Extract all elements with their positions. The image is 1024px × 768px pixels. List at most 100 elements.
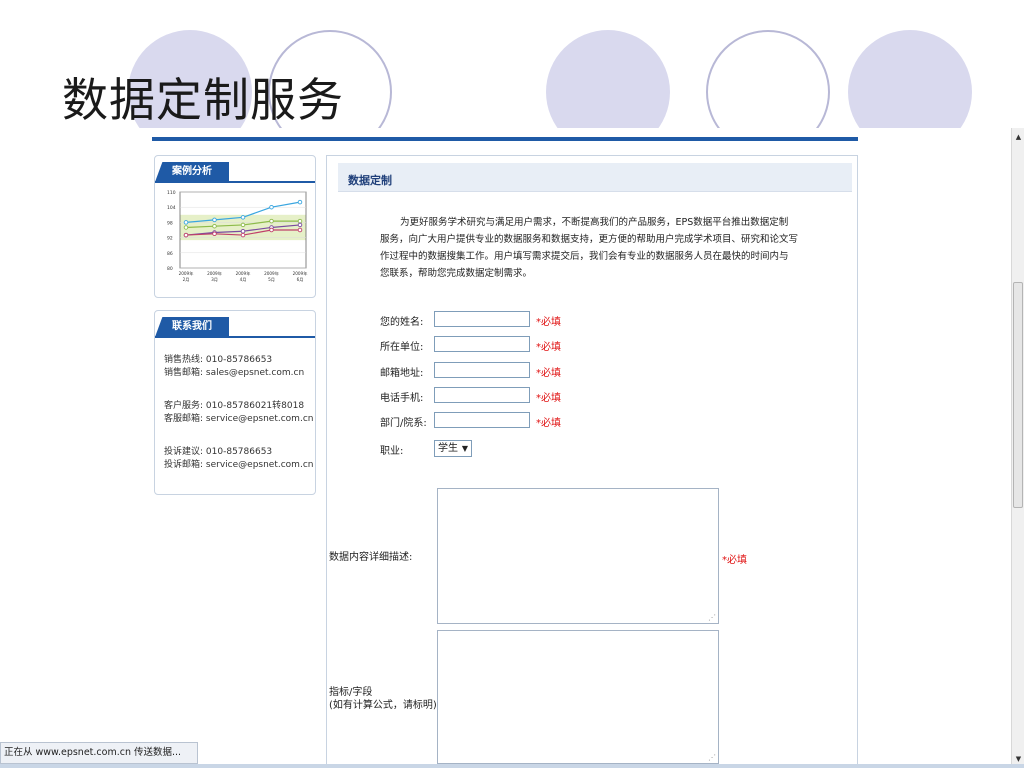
- chart-point: [240, 215, 246, 220]
- title-rule: [152, 137, 858, 141]
- contact-value[interactable]: service@epsnet.com.cn: [206, 414, 314, 424]
- chart-point: [297, 227, 303, 233]
- contact-tab[interactable]: 联系我们: [155, 317, 229, 337]
- chevron-down-icon: ▼: [461, 444, 468, 453]
- contact-label: 客户服务:: [164, 401, 204, 411]
- chart-point: [212, 223, 217, 229]
- scroll-up-icon[interactable]: ▲: [1012, 130, 1024, 144]
- chart-point: [183, 220, 189, 225]
- phone-label: 电话手机:: [380, 393, 424, 404]
- chart-x-tick-label: 2009年: [179, 270, 194, 277]
- chart-point: [269, 204, 274, 210]
- slide-title: 数据定制服务: [62, 73, 344, 127]
- case-analysis-tab[interactable]: 案例分析: [155, 162, 229, 182]
- chart-point: [212, 231, 217, 237]
- unit-input[interactable]: [434, 336, 530, 352]
- required-mark: *必填: [536, 342, 561, 353]
- index-label-line: 指标/字段: [329, 687, 373, 698]
- required-mark: *必填: [722, 555, 747, 566]
- index-label: 指标/字段 (如有计算公式，请标明): [329, 686, 437, 712]
- chart-x-tick-label: 5月: [268, 277, 275, 283]
- chart-x-tick-label: 2009年: [236, 270, 251, 277]
- decor-circle-4: [706, 30, 830, 128]
- contact-value[interactable]: sales@epsnet.com.cn: [206, 368, 304, 378]
- chart-y-tick-label: 80: [167, 266, 173, 272]
- decor-circle-3: [546, 30, 670, 128]
- required-mark: *必填: [536, 368, 561, 379]
- chart-y-tick-label: 98: [167, 220, 173, 226]
- intro-line: 作过程中的数据搜集工作。用户填写需求提交后，我们会有专业的数据服务人员在最快的时…: [380, 251, 789, 262]
- chart-x-tick-label: 3月: [211, 277, 218, 283]
- contact-sales-email: 销售邮箱: sales@epsnet.com.cn: [164, 367, 304, 379]
- dept-label: 部门/院系:: [380, 418, 427, 429]
- section-header: [338, 163, 852, 192]
- chart-point: [183, 225, 189, 230]
- email-label: 邮箱地址:: [380, 368, 424, 379]
- contact-value: 010-85786653: [205, 355, 273, 365]
- description-label: 数据内容详细描述:: [329, 552, 413, 563]
- required-mark: *必填: [536, 317, 561, 328]
- job-select-value: 学生: [438, 443, 458, 454]
- required-mark: *必填: [536, 418, 561, 429]
- chart-point: [269, 227, 274, 233]
- bottom-strip: [0, 764, 1024, 768]
- intro-line: 服务，向广大用户提供专业的数据服务和数据支持，更方便的帮助用户完成学术项目、研究…: [380, 234, 799, 245]
- chart-x-tick-label: 6月: [297, 277, 304, 283]
- chart-y-tick-label: 104: [167, 205, 176, 211]
- contact-value: 010-85786653: [205, 447, 273, 457]
- contact-service-email: 客服邮箱: service@epsnet.com.cn: [164, 413, 313, 425]
- intro-paragraph: 为更好服务学术研究与满足用户需求，不断提高我们的产品服务，EPS数据平台推出数据…: [380, 214, 806, 282]
- chart-y-tick-label: 86: [167, 251, 173, 257]
- vertical-scrollbar[interactable]: ▲ ▼: [1011, 128, 1024, 768]
- chart-point: [240, 232, 246, 238]
- contact-label: 销售邮箱:: [164, 368, 204, 378]
- status-bar: 正在从 www.epsnet.com.cn 传送数据...: [0, 742, 198, 764]
- name-label: 您的姓名:: [380, 317, 424, 328]
- chart-point: [212, 217, 217, 223]
- chart-point: [297, 218, 303, 224]
- resize-grip-icon[interactable]: ⋰: [708, 753, 716, 762]
- chart-x-tick-label: 2009年: [264, 270, 279, 277]
- unit-label: 所在单位:: [380, 342, 424, 353]
- phone-input[interactable]: [434, 387, 530, 403]
- chart-point: [297, 199, 303, 205]
- index-textarea[interactable]: ⋰: [437, 630, 719, 764]
- chart-x-tick-label: 4月: [240, 277, 247, 283]
- scroll-thumb[interactable]: [1013, 282, 1023, 508]
- chart-y-tick-label: 110: [167, 190, 176, 196]
- chart-y-tick-label: 92: [167, 236, 173, 242]
- email-input[interactable]: [434, 362, 530, 378]
- contact-complaint-phone: 投诉建议: 010-85786653: [164, 446, 272, 458]
- case-chart-svg: 110104989286802009年2月2009年3月2009年4月2009年…: [167, 190, 308, 283]
- contact-label: 客服邮箱:: [164, 414, 204, 424]
- chart-point: [297, 222, 303, 228]
- contact-label: 投诉建议:: [164, 447, 204, 457]
- chart-point: [269, 218, 274, 224]
- job-select[interactable]: 学生 ▼: [434, 440, 472, 457]
- intro-line: 为更好服务学术研究与满足用户需求，不断提高我们的产品服务，EPS数据平台推出数据…: [400, 217, 789, 228]
- contact-sales-phone: 销售热线: 010-85786653: [164, 354, 272, 366]
- resize-grip-icon[interactable]: ⋰: [708, 613, 716, 622]
- job-label: 职业:: [380, 446, 404, 457]
- dept-input[interactable]: [434, 412, 530, 428]
- name-input[interactable]: [434, 311, 530, 327]
- chart-point: [240, 222, 246, 228]
- contact-service-phone: 客户服务: 010-85786021转8018: [164, 400, 304, 412]
- required-mark: *必填: [536, 393, 561, 404]
- chart-point: [183, 232, 189, 238]
- contact-value: 010-85786021转8018: [205, 401, 305, 411]
- contact-value[interactable]: service@epsnet.com.cn: [206, 460, 314, 470]
- decor-circle-5: [848, 30, 972, 128]
- index-label-line: (如有计算公式，请标明): [329, 700, 437, 711]
- chart-point: [240, 229, 246, 234]
- intro-line: 您联系，帮助您完成数据定制需求。: [380, 268, 533, 279]
- contact-label: 销售热线:: [164, 355, 204, 365]
- case-chart[interactable]: 110 104 98 92 86 80 2009年 2月 2009年 3月 2009年 4月 2009年…: [166, 188, 308, 290]
- chart-x-tick-label: 2009年: [293, 270, 308, 277]
- chart-x-tick-label: 2月: [183, 277, 190, 283]
- section-title: 数据定制: [348, 174, 392, 187]
- contact-label: 投诉邮箱:: [164, 460, 204, 470]
- description-textarea[interactable]: ⋰: [437, 488, 719, 624]
- contact-complaint-email: 投诉邮箱: service@epsnet.com.cn: [164, 459, 313, 471]
- chart-x-tick-label: 2009年: [207, 270, 222, 277]
